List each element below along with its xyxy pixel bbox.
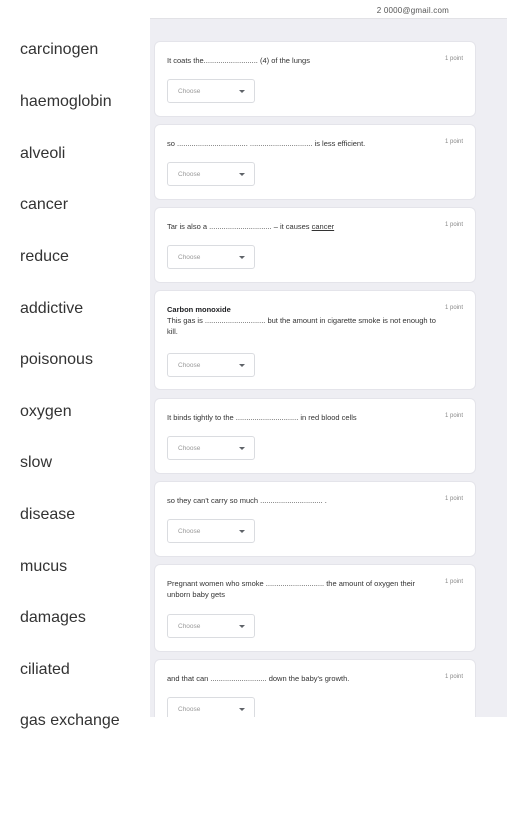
points-label: 1 point xyxy=(444,305,463,311)
question-card: It coats the.......................... (… xyxy=(154,41,476,117)
word-bank-item: reduce xyxy=(20,248,69,265)
points-label: 1 point xyxy=(444,222,463,228)
question-card: Pregnant women who smoke ...............… xyxy=(154,564,476,652)
word-bank-item: haemoglobin xyxy=(20,93,112,110)
points-label: 1 point xyxy=(444,496,463,502)
answer-dropdown[interactable]: Choose xyxy=(167,162,255,186)
question-text: Pregnant women who smoke ...............… xyxy=(167,579,416,599)
points-label: 1 point xyxy=(444,674,463,680)
dropdown-arrow-icon xyxy=(239,447,245,450)
word-bank-item: ciliated xyxy=(20,661,70,678)
dropdown-label: Choose xyxy=(178,88,201,95)
dropdown-label: Choose xyxy=(178,623,201,630)
dropdown-arrow-icon xyxy=(239,173,245,176)
question-text: Carbon monoxide This gas is ............… xyxy=(167,304,439,337)
word-bank-item: gas exchange xyxy=(20,712,120,729)
question-card: Carbon monoxide This gas is ............… xyxy=(154,290,476,390)
word-bank-item: addictive xyxy=(20,300,84,317)
dropdown-arrow-icon xyxy=(239,256,245,259)
points-label: 1 point xyxy=(444,579,463,585)
question-text: It binds tightly to the ................… xyxy=(167,413,357,422)
question-text: It coats the.......................... (… xyxy=(167,56,310,65)
dropdown-arrow-icon xyxy=(239,625,245,628)
question-card: so .................................. ..… xyxy=(154,124,476,200)
points-label: 1 point xyxy=(444,139,463,145)
answer-dropdown[interactable]: Choose xyxy=(167,436,255,460)
question-card: so they can't carry so much ............… xyxy=(154,481,476,557)
question-title: Carbon monoxide xyxy=(167,305,231,314)
word-bank-item: poisonous xyxy=(20,351,93,368)
word-bank-item: mucus xyxy=(20,558,68,575)
dropdown-label: Choose xyxy=(178,362,201,369)
form-panel: 2 0000@gmail.com It coats the...........… xyxy=(150,0,507,717)
word-bank-item: carcinogen xyxy=(20,41,99,58)
points-label: 1 point xyxy=(444,56,463,62)
dropdown-label: Choose xyxy=(178,171,201,178)
answer-dropdown[interactable]: Choose xyxy=(167,614,255,638)
question-text: so .................................. ..… xyxy=(167,139,366,148)
dropdown-label: Choose xyxy=(178,528,201,535)
question-text: Tar is also a ..........................… xyxy=(167,221,439,232)
answer-dropdown[interactable]: Choose xyxy=(167,353,255,377)
question-card: It binds tightly to the ................… xyxy=(154,398,476,474)
question-text-part: Tar is also a ..........................… xyxy=(167,222,312,231)
word-bank-item: oxygen xyxy=(20,403,72,420)
answer-dropdown[interactable]: Choose xyxy=(167,519,255,543)
word-bank-item: alveoli xyxy=(20,145,66,162)
form-header: 2 0000@gmail.com xyxy=(150,0,507,19)
dropdown-arrow-icon xyxy=(239,530,245,533)
dropdown-label: Choose xyxy=(178,445,201,452)
points-label: 1 point xyxy=(444,413,463,419)
dropdown-arrow-icon xyxy=(239,708,245,711)
word-bank-item: cancer xyxy=(20,196,69,213)
dropdown-label: Choose xyxy=(178,706,201,713)
word-bank-item: disease xyxy=(20,506,76,523)
question-body: This gas is ............................… xyxy=(167,316,436,336)
account-email: 2 0000@gmail.com xyxy=(376,6,449,15)
word-bank-item: slow xyxy=(20,454,53,471)
word-bank-item: damages xyxy=(20,609,86,626)
dropdown-label: Choose xyxy=(178,254,201,261)
answer-dropdown[interactable]: Choose xyxy=(167,245,255,269)
question-text: so they can't carry so much ............… xyxy=(167,496,327,505)
answer-dropdown[interactable]: Choose xyxy=(167,79,255,103)
dropdown-arrow-icon xyxy=(239,364,245,367)
question-text: and that can ...........................… xyxy=(167,674,350,683)
question-card: and that can ...........................… xyxy=(154,659,476,717)
dropdown-arrow-icon xyxy=(239,90,245,93)
question-link-word: cancer xyxy=(311,222,335,231)
answer-dropdown[interactable]: Choose xyxy=(167,697,255,717)
question-card: Tar is also a ..........................… xyxy=(154,207,476,283)
